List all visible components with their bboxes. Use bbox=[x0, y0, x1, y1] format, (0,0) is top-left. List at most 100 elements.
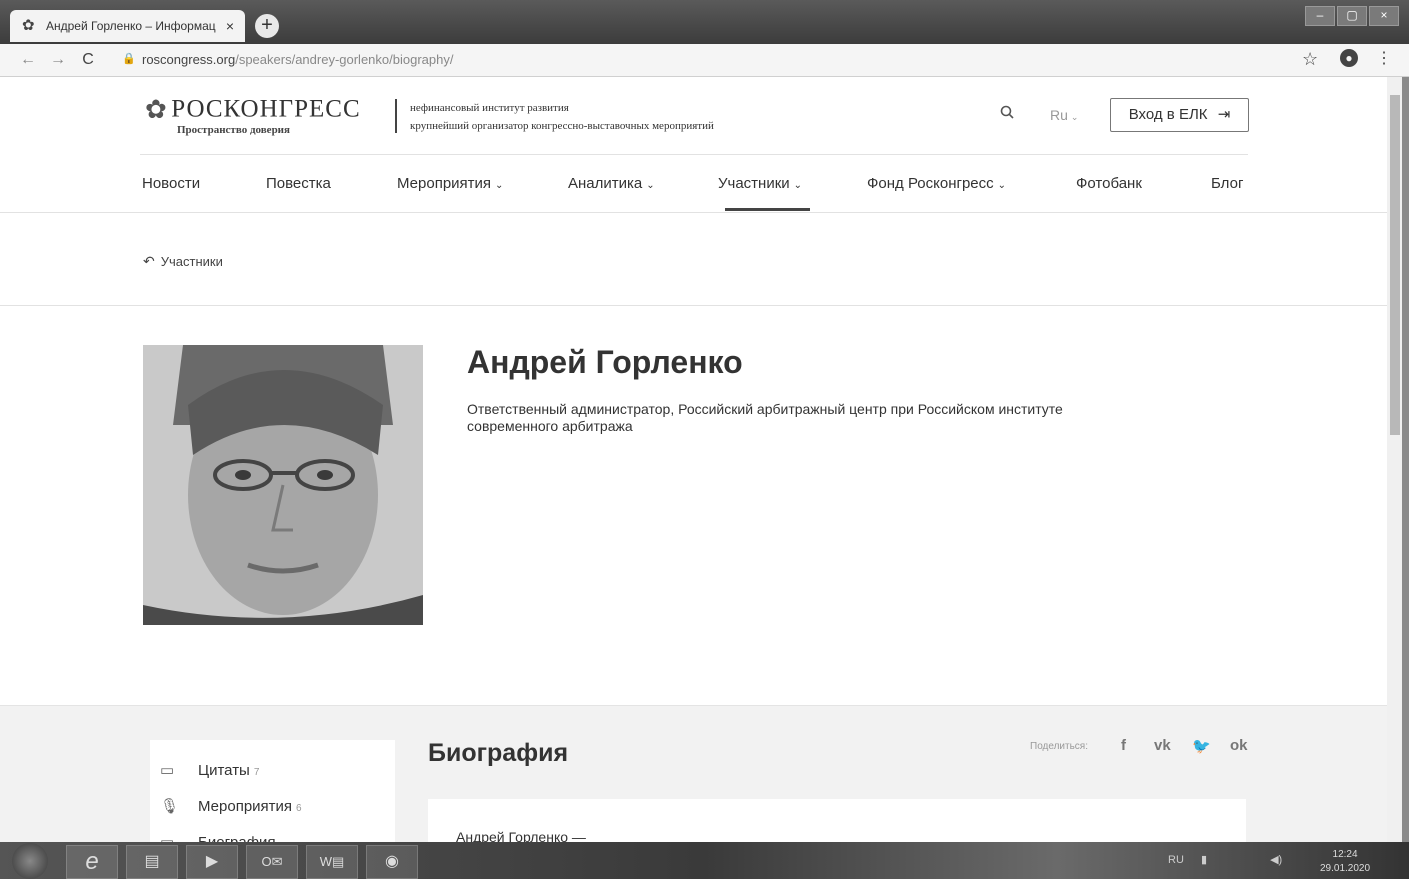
maximize-button[interactable]: ▢ bbox=[1337, 6, 1367, 26]
close-window-button[interactable]: × bbox=[1369, 6, 1399, 26]
system-clock[interactable]: 12:24 29.01.2020 bbox=[1320, 848, 1370, 876]
language-selector[interactable]: Ru ⌄ bbox=[1050, 107, 1078, 123]
share-label: Поделиться: bbox=[1030, 741, 1088, 752]
twitter-icon[interactable]: 🐦 bbox=[1192, 737, 1211, 755]
forward-arrow-icon[interactable]: → bbox=[48, 50, 68, 70]
account-icon[interactable]: ● bbox=[1340, 49, 1358, 67]
sidebar-item-quotes[interactable]: ▭ Цитаты 7 bbox=[160, 761, 259, 779]
new-tab-button[interactable]: + bbox=[255, 14, 279, 38]
speech-bubble-icon: ▭ bbox=[160, 762, 175, 779]
portrait-image bbox=[143, 345, 423, 625]
nav-news[interactable]: Новости bbox=[142, 175, 200, 192]
nav-photobank-label: Фотобанк bbox=[1076, 175, 1142, 192]
browser-menu-icon[interactable]: ⋮ bbox=[1376, 48, 1392, 68]
nav-blog[interactable]: Блог bbox=[1211, 175, 1243, 192]
active-nav-underline bbox=[725, 208, 810, 211]
sidebar-item-label: Мероприятия bbox=[198, 798, 293, 815]
window-controls: – ▢ × bbox=[1303, 6, 1399, 26]
profile-sidebar: ▭ Цитаты7 🎙 Мероприятия6 ▭ Биография bbox=[150, 740, 395, 842]
nav-photobank[interactable]: Фотобанк bbox=[1076, 175, 1142, 192]
keyboard-language[interactable]: RU bbox=[1168, 854, 1184, 866]
network-icon[interactable]: ▮ bbox=[1201, 854, 1207, 866]
web-page: ✿ РОСКОНГРЕСС Пространство доверия нефин… bbox=[0, 77, 1387, 842]
nav-analytics-label: Аналитика bbox=[568, 175, 643, 192]
odnoklassniki-icon[interactable]: ok bbox=[1230, 737, 1248, 754]
nav-events-label: Мероприятия bbox=[397, 175, 492, 192]
system-tray: RU ▮ ◀) bbox=[1168, 853, 1282, 866]
main-nav: Новости Повестка Мероприятия ⌄ Аналитика ⌄… bbox=[142, 175, 1247, 195]
document-icon: ▭ bbox=[160, 833, 180, 842]
nav-blog-label: Блог bbox=[1211, 175, 1244, 192]
logo-name: РОСКОНГРЕСС bbox=[171, 95, 361, 123]
nav-divider-line bbox=[0, 212, 1387, 213]
nav-foundation-label: Фонд Росконгресс bbox=[867, 175, 994, 192]
start-button[interactable] bbox=[12, 843, 48, 879]
biography-text: Андрей Горленко — bbox=[456, 829, 586, 842]
lock-icon: 🔒 bbox=[122, 53, 136, 65]
microphone-icon: 🎙 bbox=[160, 798, 180, 815]
breadcrumb-label: Участники bbox=[160, 254, 223, 269]
clock-date: 29.01.2020 bbox=[1320, 863, 1371, 874]
nav-analytics[interactable]: Аналитика ⌄ bbox=[568, 175, 655, 192]
sidebar-item-events[interactable]: 🎙 Мероприятия 6 bbox=[160, 797, 302, 815]
speaker-photo bbox=[143, 345, 423, 625]
close-tab-icon[interactable]: × bbox=[221, 18, 239, 34]
nav-participants[interactable]: Участники ⌄ bbox=[718, 175, 802, 192]
scrollbar-thumb[interactable] bbox=[1390, 95, 1400, 435]
nav-agenda[interactable]: Повестка bbox=[266, 175, 331, 192]
sidebar-item-label: Цитаты bbox=[198, 762, 250, 779]
header-divider bbox=[395, 99, 397, 133]
speaker-name: Андрей Горленко bbox=[467, 344, 743, 380]
reload-icon[interactable]: C bbox=[78, 50, 98, 70]
back-arrow-icon[interactable]: ← bbox=[18, 50, 38, 70]
outlook-icon[interactable]: O✉ bbox=[246, 845, 298, 879]
sign-in-icon: ⇥ bbox=[1217, 106, 1231, 123]
login-label: Вход в ЕЛК bbox=[1128, 106, 1208, 123]
language-label: Ru bbox=[1050, 107, 1068, 123]
logo-subtitle: Пространство доверия bbox=[177, 124, 290, 136]
media-player-icon[interactable]: ▶ bbox=[186, 845, 238, 879]
browser-toolbar: ← → C 🔒 roscongress.org/speakers/andrey-… bbox=[0, 44, 1409, 77]
nav-agenda-label: Повестка bbox=[266, 175, 331, 192]
browser-tab[interactable]: ✿ Андрей Горленко – Информац × bbox=[10, 10, 245, 42]
url-path: /speakers/andrey-gorlenko/biography/ bbox=[235, 52, 454, 67]
breadcrumb-divider-line bbox=[0, 305, 1387, 306]
nav-participants-label: Участники bbox=[718, 175, 790, 192]
bookmark-star-icon[interactable]: ☆ bbox=[1302, 49, 1318, 70]
nav-news-label: Новости bbox=[142, 175, 201, 192]
nav-foundation[interactable]: Фонд Росконгресс ⌄ bbox=[867, 175, 1006, 192]
tab-title: Андрей Горленко – Информац bbox=[46, 19, 216, 33]
chevron-down-icon: ⌄ bbox=[793, 180, 803, 191]
search-icon[interactable] bbox=[1000, 105, 1014, 119]
sidebar-item-count: 6 bbox=[296, 803, 302, 814]
header-tagline: нефинансовый институт развития крупнейши… bbox=[410, 99, 714, 135]
sidebar-item-biography[interactable]: ▭ Биография bbox=[160, 833, 276, 842]
internet-explorer-icon[interactable]: e bbox=[66, 845, 118, 879]
chevron-down-icon: ⌄ bbox=[646, 180, 655, 191]
speaker-position: Ответственный администратор, Российский … bbox=[467, 401, 1063, 434]
volume-icon[interactable]: ◀) bbox=[1270, 854, 1282, 866]
back-return-icon: ↶ bbox=[143, 253, 155, 269]
tagline-line-2: крупнейший организатор конгрессно-выстав… bbox=[410, 120, 714, 132]
login-button[interactable]: Вход в ЕЛК ⇥ bbox=[1110, 98, 1249, 132]
chevron-down-icon: ⌄ bbox=[495, 180, 504, 191]
tagline-line-1: нефинансовый институт развития bbox=[410, 102, 569, 114]
facebook-icon[interactable]: f bbox=[1121, 737, 1126, 754]
biography-heading: Биография bbox=[428, 739, 569, 767]
sidebar-item-label: Биография bbox=[198, 834, 276, 842]
url-domain: roscongress.org bbox=[142, 52, 236, 67]
chevron-down-icon: ⌄ bbox=[1070, 112, 1079, 122]
address-bar[interactable]: roscongress.org/speakers/andrey-gorlenko… bbox=[142, 52, 453, 67]
file-explorer-icon[interactable]: ▤ bbox=[126, 845, 178, 879]
roscongress-logo[interactable]: ✿ РОСКОНГРЕСС Пространство доверия bbox=[145, 94, 361, 136]
clock-time: 12:24 bbox=[1332, 849, 1358, 860]
breadcrumb[interactable]: ↶ Участники bbox=[143, 253, 223, 270]
header-divider-line bbox=[140, 154, 1248, 155]
chevron-down-icon: ⌄ bbox=[997, 180, 1007, 191]
chrome-icon[interactable]: ◉ bbox=[366, 845, 418, 879]
nav-events[interactable]: Мероприятия ⌄ bbox=[397, 175, 503, 192]
word-icon[interactable]: W▤ bbox=[306, 845, 358, 879]
vk-icon[interactable]: vk bbox=[1154, 737, 1171, 754]
minimize-button[interactable]: – bbox=[1305, 6, 1335, 26]
flower-logo-icon: ✿ bbox=[145, 94, 167, 124]
